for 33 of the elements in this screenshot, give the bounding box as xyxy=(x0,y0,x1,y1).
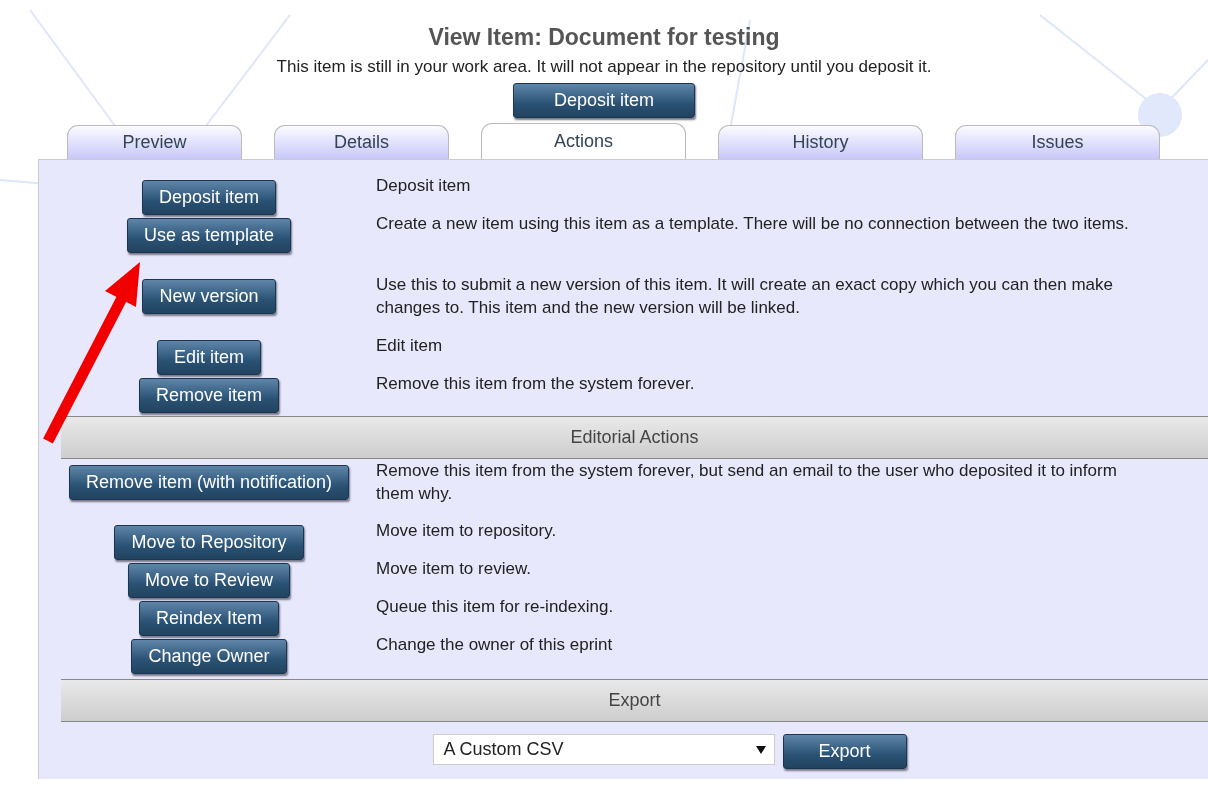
action-button[interactable]: Change Owner xyxy=(131,639,287,674)
action-button[interactable]: Move to Repository xyxy=(114,525,304,560)
action-button[interactable]: Edit item xyxy=(157,340,261,375)
action-description: Queue this item for re-indexing. xyxy=(375,596,615,618)
notice-text: This item is still in your work area. It will not appear in the repository until you deposit it. xyxy=(276,57,932,77)
action-description: Remove this item from the system forever, but send an email to the user who deposited it to inform them why. xyxy=(375,460,1118,505)
action-button[interactable]: Deposit item xyxy=(141,180,276,215)
section-header: Editorial Actions xyxy=(61,416,1208,459)
action-description: Move item to repository. xyxy=(375,520,558,542)
page-title: View Item: Document for testing xyxy=(428,24,780,51)
caret-icon xyxy=(755,745,766,754)
export-button[interactable]: Export xyxy=(782,734,907,769)
tab[interactable]: Actions xyxy=(481,123,686,159)
action-description: Move item to review. xyxy=(375,558,532,580)
deposit-button[interactable]: Deposit item xyxy=(513,83,695,118)
action-button[interactable]: Reindex Item xyxy=(138,601,280,636)
action-button[interactable]: Use as template xyxy=(126,218,292,253)
action-button[interactable]: Remove item (with notification) xyxy=(68,465,350,500)
action-button[interactable]: New version xyxy=(142,279,276,314)
format-select[interactable]: A Custom CSV xyxy=(432,734,775,765)
action-description: Use this to submit a new version of this item. It will create an exact copy which you can then make changes to. This item and the new version will be linked. xyxy=(375,274,1114,319)
tab[interactable]: Details xyxy=(274,125,449,159)
action-button[interactable]: Move to Review xyxy=(127,563,291,598)
action-description: Create a new item using this item as a template. There will be no connection between the two items. xyxy=(375,213,1130,235)
action-button[interactable]: Remove item xyxy=(139,378,279,413)
tab[interactable]: History xyxy=(718,125,923,159)
tab[interactable]: Preview xyxy=(67,125,242,159)
section-header: Export xyxy=(61,679,1208,722)
tab[interactable]: Issues xyxy=(955,125,1160,159)
action-description: Remove this item from the system forever. xyxy=(375,373,696,395)
action-description: Change the owner of this eprint xyxy=(375,634,614,656)
action-description: Edit item xyxy=(375,335,444,357)
action-description: Deposit item xyxy=(375,175,472,197)
